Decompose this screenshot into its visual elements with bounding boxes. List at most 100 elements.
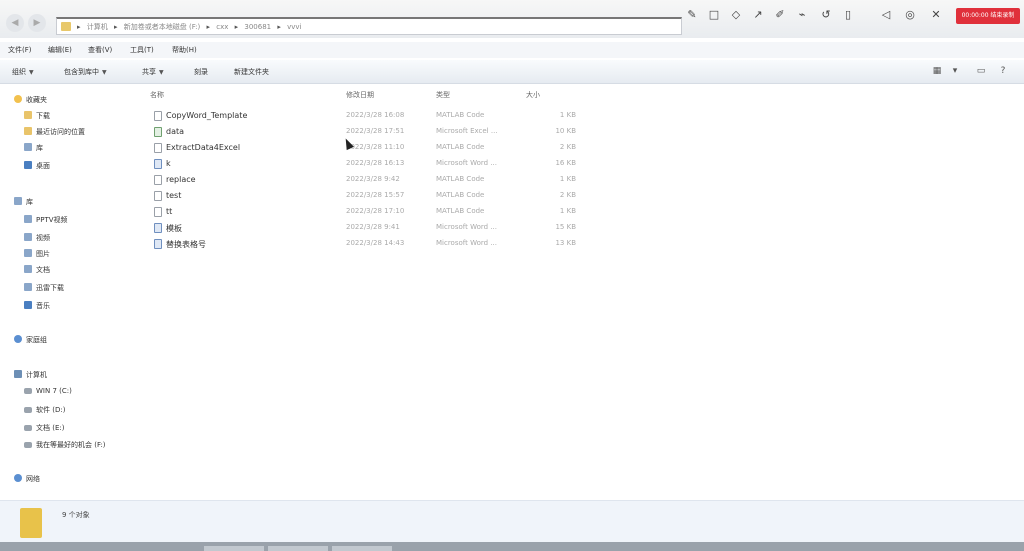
preview-pane-icon[interactable]: ▭	[974, 64, 988, 78]
matlab-file-icon	[154, 191, 162, 201]
file-row[interactable]: CopyWord_Template 2022/3/28 16:08 MATLAB C…	[150, 108, 590, 123]
taskbar-item[interactable]	[332, 546, 392, 551]
word-document-icon	[154, 239, 162, 249]
taskbar-item[interactable]	[204, 546, 264, 551]
nav-pptv-video[interactable]: PPTV视频	[24, 215, 68, 225]
file-name: 替换表格号	[166, 240, 206, 249]
view-dropdown-icon[interactable]: ▾	[948, 64, 962, 78]
column-header-modified[interactable]: 修改日期	[346, 90, 374, 100]
file-size: 13 KB	[555, 239, 576, 247]
volume-icon[interactable]: ◁	[878, 7, 894, 23]
organize-button[interactable]: 组织 ▼	[12, 67, 34, 77]
breadcrumb-300681[interactable]: 300681	[244, 23, 271, 31]
nav-desktop[interactable]: 桌面	[24, 161, 50, 171]
file-name: 模板	[166, 224, 182, 233]
nav-downloads[interactable]: 下载	[24, 111, 50, 121]
details-pane	[0, 500, 1024, 542]
dropdown-arrow-icon: ▼	[102, 69, 107, 76]
file-row[interactable]: test 2022/3/28 15:57 MATLAB Code 2 KB	[150, 188, 590, 203]
new-folder-button[interactable]: 新建文件夹	[234, 67, 269, 77]
breadcrumb-computer[interactable]: 计算机	[87, 23, 108, 31]
back-arrow-icon[interactable]: ◀	[6, 14, 24, 32]
nav-drive-f[interactable]: 我在等最好的机会 (F:)	[24, 440, 106, 450]
file-name: data	[166, 127, 185, 136]
file-name: k	[166, 159, 171, 168]
include-library-button[interactable]: 包含到库中 ▼	[64, 67, 107, 77]
arrow-icon[interactable]: ↗	[750, 7, 766, 23]
column-header-name[interactable]: 名称	[150, 90, 164, 100]
drive-icon	[24, 388, 32, 394]
microphone-icon[interactable]: ◎	[902, 7, 918, 23]
view-mode-icon[interactable]: ▦	[930, 64, 944, 78]
highlighter-icon[interactable]: ⌁	[794, 7, 810, 23]
help-icon[interactable]: ?	[996, 64, 1010, 78]
share-button[interactable]: 共享 ▼	[142, 67, 164, 77]
undo-icon[interactable]: ↺	[818, 7, 834, 23]
nav-music[interactable]: 音乐	[24, 301, 50, 311]
menu-file[interactable]: 文件(F)	[8, 45, 32, 55]
burn-button[interactable]: 刻录	[194, 67, 208, 77]
computer-icon	[14, 370, 22, 378]
video-library-icon	[24, 215, 32, 223]
file-row[interactable]: 模板 2022/3/28 9:41 Microsoft Word ... 15 KB	[150, 220, 590, 235]
nav-buttons: ◀ ▶	[6, 12, 54, 34]
library-icon	[24, 143, 32, 151]
file-size: 1 KB	[559, 111, 576, 119]
pen-icon[interactable]: ✎	[684, 7, 700, 23]
menu-view[interactable]: 查看(V)	[88, 45, 112, 55]
nav-recent-places[interactable]: 最近访问的位置	[24, 127, 85, 137]
menu-help[interactable]: 帮助(H)	[172, 45, 197, 55]
file-row[interactable]: replace 2022/3/28 9:42 MATLAB Code 1 KB	[150, 172, 590, 187]
folder-icon	[20, 508, 42, 538]
nav-drive-c[interactable]: WIN 7 (C:)	[24, 387, 72, 395]
shape-icon[interactable]: ◇	[728, 7, 744, 23]
dropdown-arrow-icon: ▼	[29, 69, 34, 76]
close-icon[interactable]: ✕	[928, 7, 944, 23]
nav-computer[interactable]: 计算机	[14, 370, 47, 380]
column-header-type[interactable]: 类型	[436, 90, 450, 100]
command-bar: 组织 ▼ 包含到库中 ▼ 共享 ▼ 刻录 新建文件夹	[0, 60, 1024, 84]
recorder-toolbar: ✎ □ ◇ ↗ ✐ ⌁ ↺ ▯ ◁ ◎ ✕	[684, 7, 954, 25]
stop-recording-button[interactable]: 00:00:00 结束录制	[956, 8, 1020, 24]
nav-documents[interactable]: 文档	[24, 265, 50, 275]
file-row[interactable]: 替换表格号 2022/3/28 14:43 Microsoft Word ... 13…	[150, 236, 590, 251]
download-library-icon	[24, 283, 32, 291]
nav-favorites[interactable]: 收藏夹	[14, 95, 47, 105]
breadcrumb-cxx[interactable]: cxx	[216, 23, 228, 31]
file-row[interactable]: tt 2022/3/28 17:10 MATLAB Code 1 KB	[150, 204, 590, 219]
column-header-size[interactable]: 大小	[526, 90, 540, 100]
file-row[interactable]: ExtractData4Excel 2022/3/28 11:10 MATLAB C…	[150, 140, 590, 155]
file-modified-date: 2022/3/28 16:08	[346, 111, 405, 119]
rectangle-icon[interactable]: □	[706, 7, 722, 23]
nav-thunder-downloads[interactable]: 迅雷下载	[24, 283, 64, 293]
breadcrumb-vvvi[interactable]: vvvi	[287, 23, 301, 31]
nav-homegroup[interactable]: 家庭组	[14, 335, 47, 345]
downloads-icon	[24, 111, 32, 119]
delete-icon[interactable]: ▯	[840, 7, 856, 23]
nav-libraries[interactable]: 库	[14, 197, 33, 207]
file-modified-date: 2022/3/28 16:13	[346, 159, 405, 167]
taskbar-item[interactable]	[268, 546, 328, 551]
file-modified-date: 2022/3/28 17:10	[346, 207, 405, 215]
nav-drive-d[interactable]: 软件 (D:)	[24, 405, 65, 415]
forward-arrow-icon[interactable]: ▶	[28, 14, 46, 32]
file-size: 16 KB	[555, 159, 576, 167]
nav-pictures[interactable]: 图片	[24, 249, 50, 259]
breadcrumb-drive[interactable]: 新加卷或者本地磁盘 (F:)	[124, 23, 201, 31]
file-type: Microsoft Word ...	[436, 159, 497, 167]
nav-fav-library[interactable]: 库	[24, 143, 43, 153]
file-modified-date: 2022/3/28 15:57	[346, 191, 405, 199]
nav-drive-e[interactable]: 文档 (E:)	[24, 423, 64, 433]
nav-videos[interactable]: 视频	[24, 233, 50, 243]
file-row[interactable]: k 2022/3/28 16:13 Microsoft Word ... 16 KB	[150, 156, 590, 171]
file-size: 10 KB	[555, 127, 576, 135]
file-row[interactable]: data 2022/3/28 17:51 Microsoft Excel ... 10…	[150, 124, 590, 139]
video-library-icon	[24, 233, 32, 241]
desktop-icon	[24, 161, 32, 169]
nav-network[interactable]: 网络	[14, 474, 40, 484]
text-pen-icon[interactable]: ✐	[772, 7, 788, 23]
menu-tools[interactable]: 工具(T)	[130, 45, 154, 55]
file-size: 15 KB	[555, 223, 576, 231]
menu-edit[interactable]: 编辑(E)	[48, 45, 72, 55]
address-bar[interactable]: ▸ 计算机 ▸ 新加卷或者本地磁盘 (F:) ▸ cxx ▸ 300681 ▸ …	[56, 17, 682, 35]
